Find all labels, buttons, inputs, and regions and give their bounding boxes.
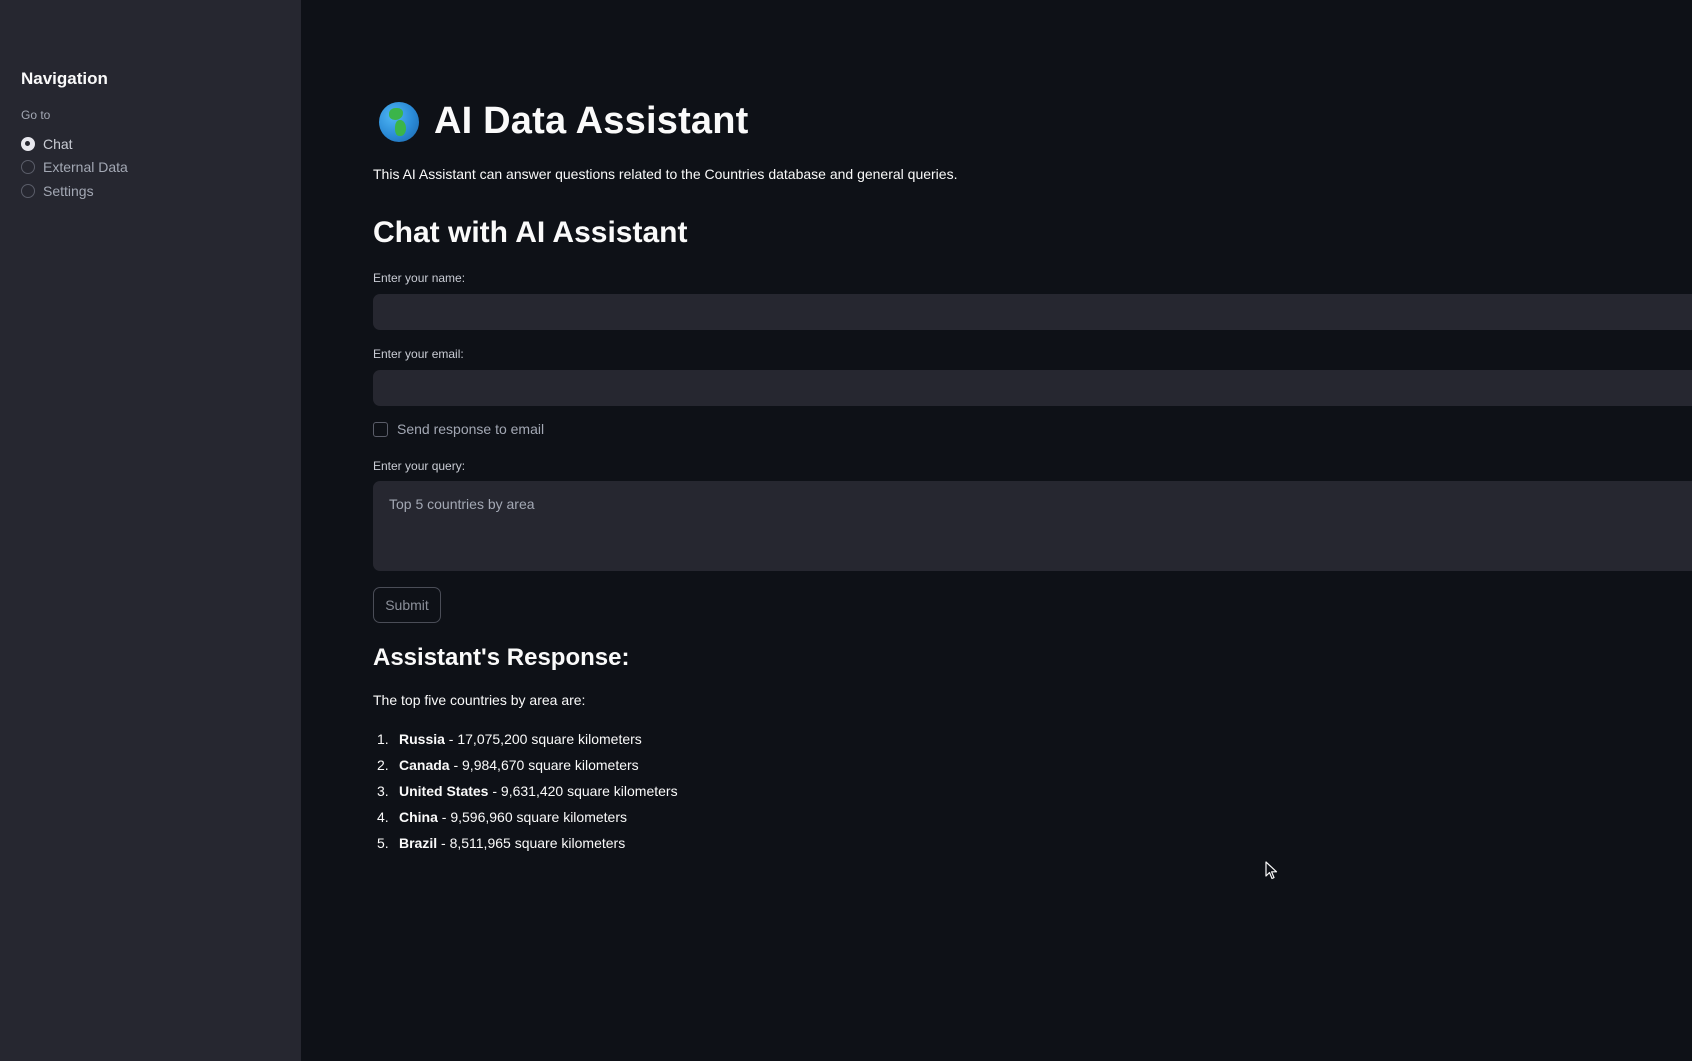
email-field-label: Enter your email: — [373, 347, 464, 361]
send-email-label: Send response to email — [397, 421, 545, 437]
list-item: 1. Russia - 17,075,200 square kilometers — [373, 726, 678, 752]
country-name: Canada — [399, 757, 450, 773]
query-textarea[interactable] — [373, 481, 1692, 571]
checkbox-unchecked-icon[interactable] — [373, 421, 388, 437]
nav-option-label: Settings — [43, 182, 94, 199]
response-title: Assistant's Response: — [373, 644, 630, 671]
page-title: AI Data Assistant — [434, 100, 749, 142]
submit-button[interactable]: Submit — [373, 587, 441, 623]
country-name: Russia — [399, 731, 445, 747]
nav-radio-group: Chat External Data Settings — [21, 132, 128, 203]
nav-option-settings[interactable]: Settings — [21, 179, 128, 203]
list-number: 2. — [377, 757, 389, 773]
send-email-checkbox[interactable]: Send response to email — [373, 421, 544, 437]
list-number: 1. — [377, 731, 389, 747]
country-area: - 9,984,670 square kilometers — [449, 757, 639, 773]
page-description: This AI Assistant can answer questions r… — [373, 166, 958, 182]
mouse-cursor-icon — [1265, 861, 1278, 880]
country-area: - 17,075,200 square kilometers — [444, 731, 642, 747]
globe-africa-icon — [379, 101, 419, 142]
sidebar: Navigation Go to Chat External Data Sett… — [0, 0, 301, 1061]
radio-unselected-icon[interactable] — [21, 183, 35, 198]
list-item: 2. Canada - 9,984,670 square kilometers — [373, 752, 678, 778]
list-number: 4. — [377, 809, 389, 825]
country-area: - 9,631,420 square kilometers — [488, 783, 678, 799]
country-name: China — [399, 809, 438, 825]
name-field-label: Enter your name: — [373, 271, 466, 285]
nav-option-label: External Data — [43, 159, 128, 176]
name-input[interactable] — [373, 294, 1692, 330]
country-name: United States — [399, 783, 489, 799]
country-name: Brazil — [399, 835, 438, 851]
app-window: Navigation Go to Chat External Data Sett… — [0, 0, 1692, 1061]
radio-selected-icon[interactable] — [21, 136, 35, 151]
nav-option-chat[interactable]: Chat — [21, 132, 128, 156]
country-area: - 8,511,965 square kilometers — [437, 835, 626, 851]
sidebar-title: Navigation — [21, 69, 108, 88]
chat-section-title: Chat with AI Assistant — [373, 216, 688, 249]
page-header: AI Data Assistant — [379, 100, 749, 143]
nav-radio-label: Go to — [21, 108, 51, 122]
list-item: 5. Brazil - 8,511,965 square kilometers — [373, 830, 678, 856]
nav-option-external-data[interactable]: External Data — [21, 156, 128, 180]
main-content: AI Data Assistant This AI Assistant can … — [301, 0, 1692, 1061]
response-intro: The top five countries by area are: — [373, 692, 586, 708]
nav-option-label: Chat — [43, 135, 73, 152]
list-number: 5. — [377, 835, 389, 851]
country-area: - 9,596,960 square kilometers — [437, 809, 627, 825]
radio-unselected-icon[interactable] — [21, 160, 35, 175]
response-list: 1. Russia - 17,075,200 square kilometers… — [373, 726, 678, 856]
list-number: 3. — [377, 783, 389, 799]
query-field-label: Enter your query: — [373, 459, 466, 473]
email-input[interactable] — [373, 370, 1692, 406]
list-item: 4. China - 9,596,960 square kilometers — [373, 804, 678, 830]
list-item: 3. United States - 9,631,420 square kilo… — [373, 778, 678, 804]
